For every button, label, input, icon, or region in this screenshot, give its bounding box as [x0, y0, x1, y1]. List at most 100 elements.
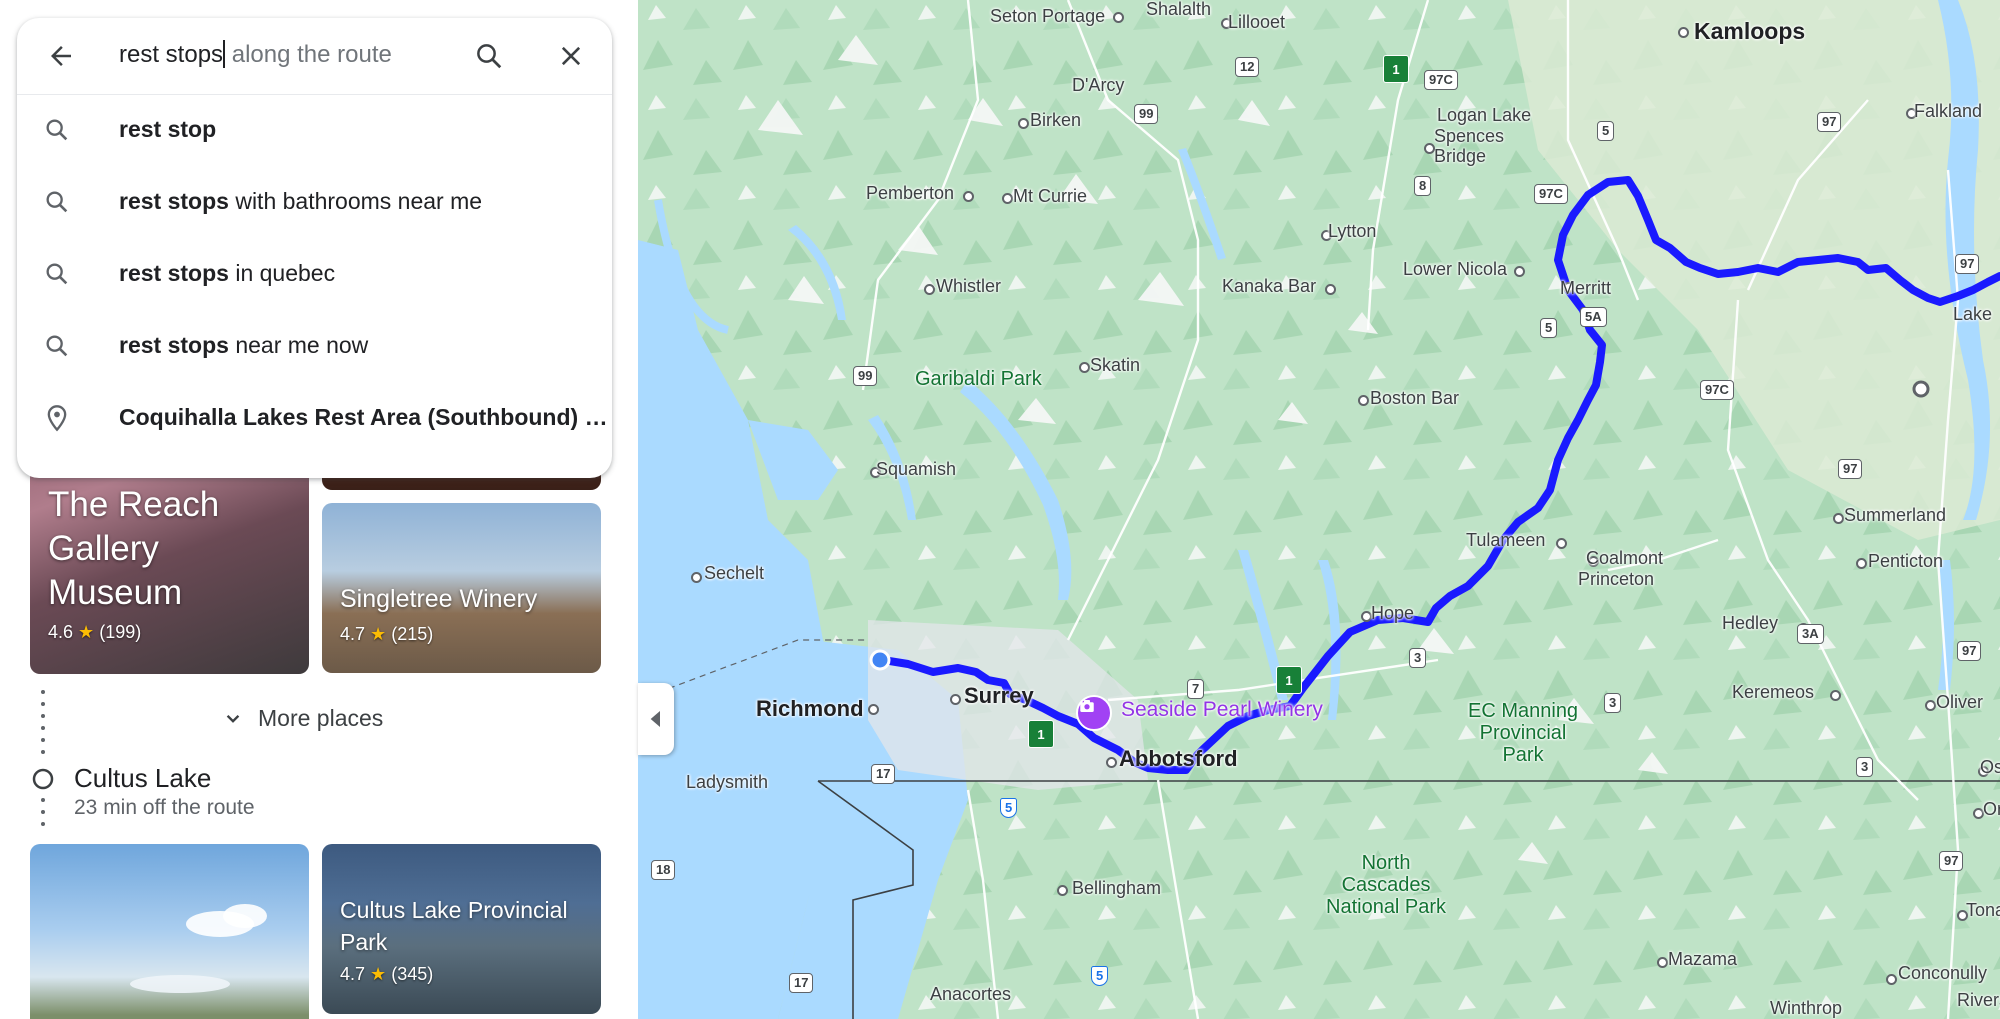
place-label[interactable]: Squamish	[876, 459, 956, 480]
suggestion-item[interactable]: rest stop	[17, 94, 612, 166]
highway-shield: 5	[1540, 318, 1558, 338]
stop-title[interactable]: Cultus Lake	[74, 763, 211, 794]
place-label[interactable]: Boston Bar	[1370, 388, 1459, 409]
place-label[interactable]: Logan Lake	[1437, 105, 1531, 126]
place-label[interactable]: Coalmont	[1586, 548, 1663, 569]
place-label[interactable]: Tonas	[1966, 900, 2000, 921]
highway-shield: 97	[1838, 459, 1863, 479]
place-label[interactable]: Osoyoos	[1980, 757, 2000, 778]
place-label[interactable]: Spences Bridge	[1434, 126, 1504, 166]
more-places-button[interactable]: More places	[220, 700, 420, 736]
suggestion-item[interactable]: rest stops in quebec	[17, 238, 612, 310]
star-icon: ★	[78, 622, 95, 642]
search-input[interactable]: rest stops along the route	[119, 40, 392, 69]
route-dot	[41, 690, 45, 694]
collapse-panel-button[interactable]	[638, 683, 674, 755]
place-label[interactable]: Mt Currie	[1013, 186, 1087, 207]
place-label[interactable]: Oliver	[1936, 692, 1983, 713]
place-label[interactable]: Hope	[1371, 603, 1414, 624]
place-label[interactable]: Surrey	[964, 683, 1034, 709]
back-button[interactable]	[37, 32, 85, 80]
card-rating: 4.6 ★ (199)	[48, 622, 142, 642]
place-label[interactable]: Whistler	[936, 276, 1001, 297]
place-dot	[1514, 266, 1525, 277]
highway-shield: 3	[1856, 757, 1874, 777]
place-label[interactable]: Hedley	[1722, 613, 1778, 634]
highway-shield: 8	[1414, 176, 1432, 196]
highway-shield: 3A	[1797, 624, 1824, 644]
place-label[interactable]: Riverside	[1957, 990, 2000, 1011]
place-label[interactable]: D'Arcy	[1072, 75, 1124, 96]
place-label[interactable]: Pemberton	[866, 183, 954, 204]
close-icon	[561, 46, 581, 66]
place-card-cultus-lake-photo[interactable]	[30, 844, 309, 1019]
place-label[interactable]: Conconully	[1898, 963, 1987, 984]
suggestion-text: Coquihalla Lakes Rest Area (Southbound) …	[119, 404, 608, 430]
suggestion-item[interactable]: rest stops with bathrooms near me	[17, 166, 612, 238]
place-dot	[691, 572, 702, 583]
park-label[interactable]: Garibaldi Park	[915, 368, 1042, 390]
place-label[interactable]: Skatin	[1090, 355, 1140, 376]
place-dot	[1018, 118, 1029, 129]
rest-area-marker-icon[interactable]: 1	[1383, 55, 1409, 83]
place-label[interactable]: Sechelt	[704, 563, 764, 584]
place-dot	[1079, 362, 1090, 373]
place-dot	[1657, 957, 1668, 968]
place-label[interactable]: Bellingham	[1072, 878, 1161, 899]
rest-area-marker-icon[interactable]: 1	[1276, 666, 1302, 694]
place-label[interactable]: Seton Portage	[990, 6, 1105, 27]
place-label[interactable]: Lake	[1953, 304, 1992, 325]
suggestion-item[interactable]: rest stops near me now	[17, 310, 612, 382]
place-label[interactable]: Summerland	[1844, 505, 1946, 526]
camera-icon	[1080, 700, 1094, 712]
place-label[interactable]: Tulameen	[1466, 530, 1545, 551]
place-dot	[1325, 284, 1336, 295]
suggestion-text: rest stops near me now	[119, 332, 369, 358]
route-start-marker	[869, 649, 891, 671]
place-label[interactable]: Kamloops	[1694, 18, 1805, 45]
place-label[interactable]: Merritt	[1560, 278, 1611, 299]
clear-button[interactable]	[547, 32, 595, 80]
place-label[interactable]: Abbotsford	[1119, 746, 1238, 772]
highway-shield: 97C	[1700, 380, 1734, 400]
highway-shield: 3	[1604, 693, 1622, 713]
winery-pin-icon[interactable]	[1076, 695, 1112, 731]
search-icon	[477, 44, 502, 69]
place-label[interactable]: Shalalth	[1146, 0, 1211, 20]
park-label[interactable]: EC Manning Provincial Park	[1468, 700, 1578, 766]
place-label[interactable]: Ladysmith	[686, 772, 768, 793]
suggestion-item-place[interactable]: Coquihalla Lakes Rest Area (Southbound) …	[17, 382, 612, 454]
place-label[interactable]: Anacortes	[930, 984, 1011, 1005]
search-icon	[46, 263, 68, 285]
rest-area-marker-icon[interactable]: 1	[1028, 720, 1054, 748]
place-dot	[1057, 885, 1068, 896]
place-card-singletree-winery[interactable]: Singletree Winery 4.7 ★ (215)	[322, 503, 601, 673]
suggestion-text: rest stops with bathrooms near me	[119, 188, 483, 214]
place-card-cultus-lake-park[interactable]: Cultus Lake Provincial Park 4.7 ★ (345)	[322, 844, 601, 1014]
place-dot	[1113, 12, 1124, 23]
search-icon	[46, 335, 68, 357]
card-rating: 4.7 ★ (345)	[340, 964, 434, 984]
map-canvas[interactable]: Seaside Pearl Winery 1 1 1 Seton Portage…	[638, 0, 2000, 1019]
poi-label[interactable]: Seaside Pearl Winery	[1121, 698, 1323, 722]
place-pin-icon	[47, 405, 67, 432]
place-label[interactable]: Birken	[1030, 110, 1081, 131]
place-label[interactable]: Lillooet	[1228, 12, 1285, 33]
place-label[interactable]: Lower Nicola	[1403, 259, 1507, 280]
place-label[interactable]: Richmond	[756, 696, 864, 722]
place-label[interactable]: Penticton	[1868, 551, 1943, 572]
place-label[interactable]: Kanaka Bar	[1222, 276, 1316, 297]
place-label[interactable]: Falkland	[1914, 101, 1982, 122]
place-label[interactable]: Oroville	[1983, 799, 2000, 820]
place-label[interactable]: Winthrop	[1770, 998, 1842, 1019]
place-label[interactable]: Princeton	[1578, 569, 1654, 590]
place-label[interactable]: Lytton	[1328, 221, 1376, 242]
place-label[interactable]: Keremeos	[1732, 682, 1814, 703]
place-label[interactable]: Mazama	[1668, 949, 1737, 970]
card-title: Cultus Lake Provincial Park	[340, 897, 568, 955]
search-button[interactable]	[465, 32, 513, 80]
cloud-image	[130, 904, 267, 993]
card-rating: 4.7 ★ (215)	[340, 624, 434, 644]
highway-shield: 97	[1957, 641, 1982, 661]
park-label[interactable]: North Cascades National Park	[1326, 852, 1446, 918]
